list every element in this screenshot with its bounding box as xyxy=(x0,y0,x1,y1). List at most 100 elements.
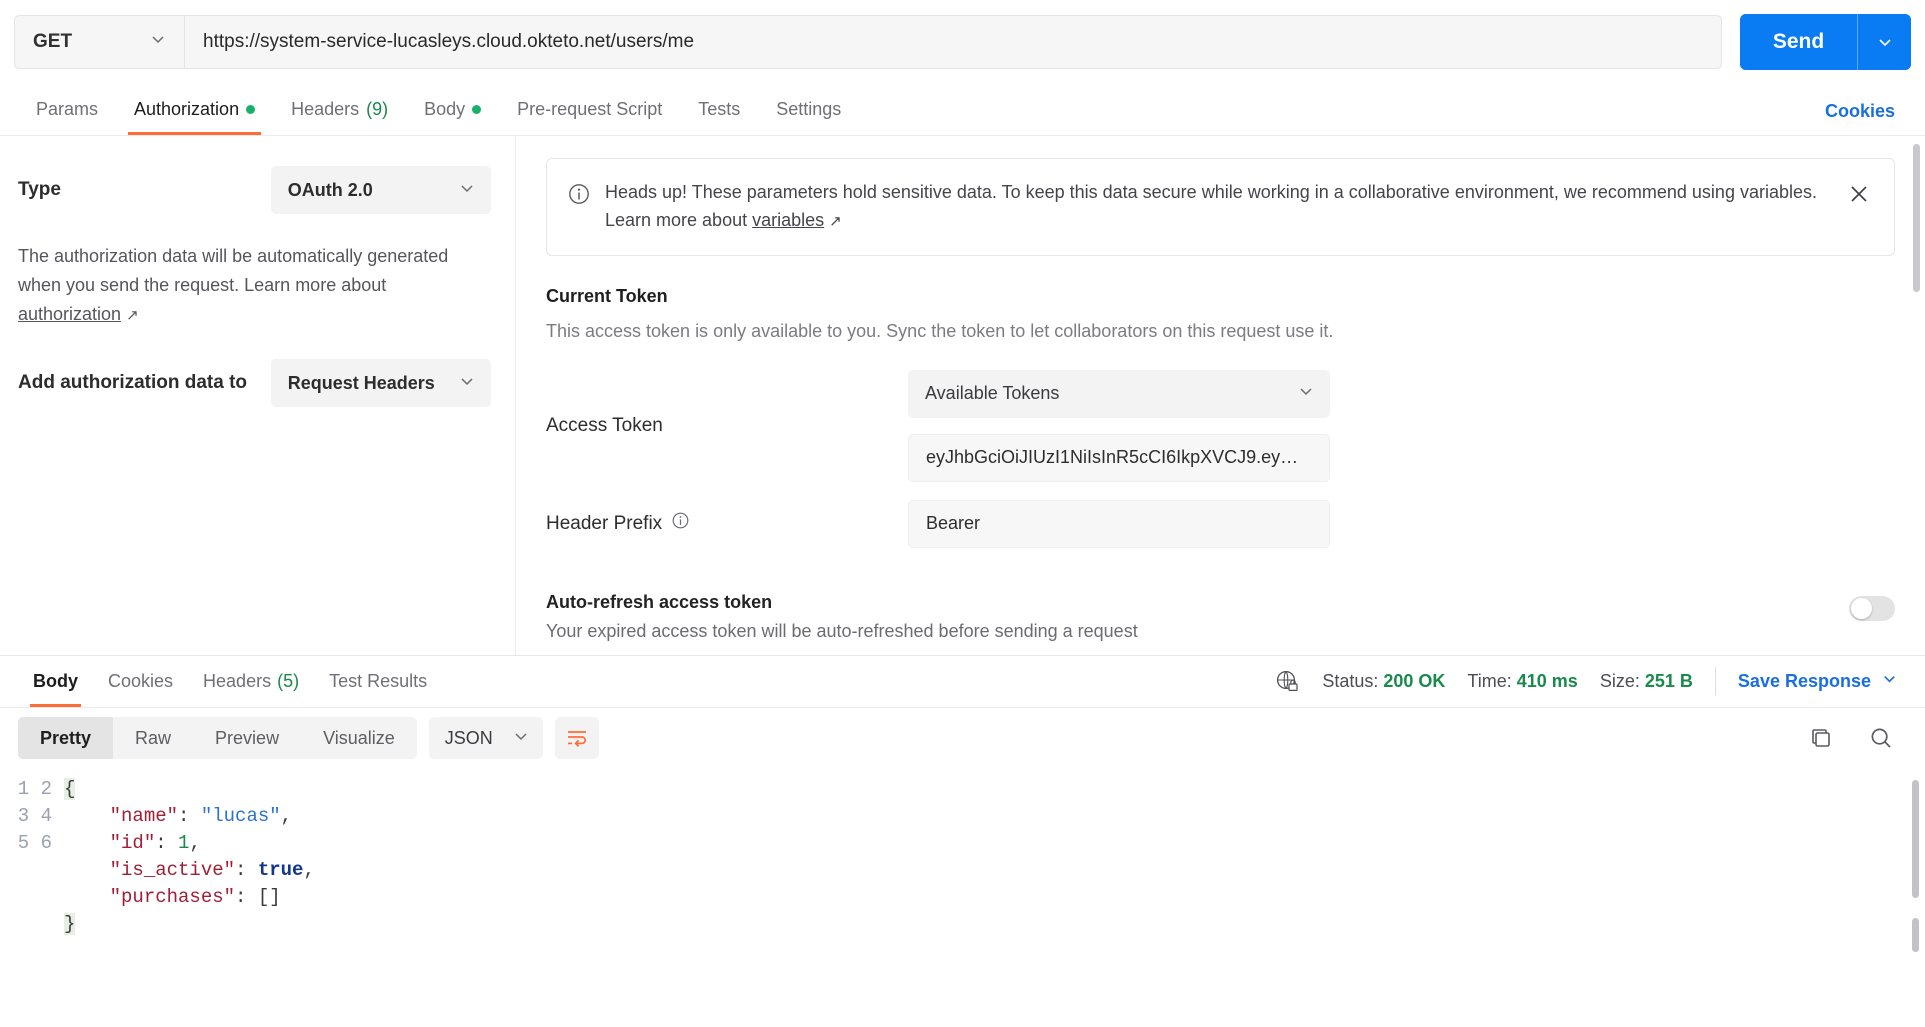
wrap-lines-button[interactable] xyxy=(554,717,599,759)
json-key-name: "name" xyxy=(109,805,179,827)
auth-type-select[interactable]: OAuth 2.0 xyxy=(270,166,491,214)
json-close-brace: } xyxy=(64,913,76,935)
response-toolbar-right xyxy=(1807,724,1907,752)
tab-body[interactable]: Body xyxy=(406,84,499,135)
json-key-is-active: "is_active" xyxy=(109,859,236,881)
auto-refresh-desc: Your expired access token will be auto-r… xyxy=(546,620,1138,641)
view-mode-raw[interactable]: Raw xyxy=(113,717,193,759)
request-tabs: Params Authorization Headers (9) Body Pr… xyxy=(0,84,1925,136)
tab-settings[interactable]: Settings xyxy=(758,84,859,135)
tab-headers[interactable]: Headers (9) xyxy=(273,84,406,135)
json-key-purchases: "purchases" xyxy=(109,886,236,908)
time-value: 410 ms xyxy=(1516,670,1578,691)
external-link-icon: ↗ xyxy=(126,307,139,325)
size-metric: Size: 251 B xyxy=(1600,671,1693,692)
response-tab-headers[interactable]: Headers (5) xyxy=(188,656,314,707)
chevron-down-icon xyxy=(1296,381,1316,406)
json-open-brace: { xyxy=(64,778,76,800)
available-tokens-select[interactable]: Available Tokens xyxy=(908,369,1330,418)
response-body-viewer[interactable]: 1 2 3 4 5 6 { "name": "lucas", "id": 1, … xyxy=(0,768,1925,1027)
response-toolbar: Pretty Raw Preview Visualize JSON xyxy=(0,708,1925,768)
close-icon[interactable] xyxy=(1846,181,1872,212)
tab-authorization[interactable]: Authorization xyxy=(116,84,273,135)
time-label: Time: xyxy=(1467,670,1512,691)
tab-params[interactable]: Params xyxy=(18,84,116,135)
access-token-label: Access Token xyxy=(546,414,663,436)
chevron-down-icon xyxy=(148,29,168,55)
sensitive-data-notice: Heads up! These parameters hold sensitiv… xyxy=(546,158,1895,256)
auth-helper-sentence: The authorization data will be automatic… xyxy=(18,246,449,296)
authorization-docs-link[interactable]: authorization xyxy=(18,304,121,324)
auth-right-panel: Heads up! These parameters hold sensitiv… xyxy=(516,136,1925,655)
http-method-select[interactable]: GET xyxy=(14,15,184,69)
send-button-group: Send xyxy=(1740,14,1911,70)
tab-tests[interactable]: Tests xyxy=(680,84,758,135)
view-mode-pretty[interactable]: Pretty xyxy=(18,717,114,759)
copy-icon[interactable] xyxy=(1807,724,1835,752)
tab-badge: (5) xyxy=(277,671,300,691)
send-button[interactable]: Send xyxy=(1740,14,1857,70)
modified-dot-icon xyxy=(472,105,482,114)
json-colon: : xyxy=(155,832,179,854)
auto-refresh-title: Auto-refresh access token xyxy=(546,591,773,612)
json-value-id: 1 xyxy=(178,832,190,854)
tab-label: Authorization xyxy=(134,99,240,119)
auth-add-data-row: Add authorization data to Request Header… xyxy=(18,359,491,408)
size-label: Size: xyxy=(1599,670,1640,691)
line-numbers: 1 2 3 4 5 6 xyxy=(0,776,64,1027)
url-input[interactable]: https://system-service-lucasleys.cloud.o… xyxy=(184,15,1722,69)
info-icon[interactable] xyxy=(671,511,690,536)
tab-label: Tests xyxy=(698,99,741,119)
tab-label: Params xyxy=(36,99,99,119)
auth-add-data-select[interactable]: Request Headers xyxy=(270,359,491,408)
line-number-list: 1 2 3 4 5 6 xyxy=(17,778,52,854)
response-tab-body[interactable]: Body xyxy=(18,656,93,707)
auto-refresh-text: Auto-refresh access token Your expired a… xyxy=(546,592,1138,642)
response-scrollbar-thumb[interactable] xyxy=(1912,918,1919,952)
save-response-button[interactable]: Save Response xyxy=(1738,669,1899,693)
header-prefix-input[interactable]: Bearer xyxy=(908,499,1330,548)
access-token-input[interactable]: eyJhbGciOiJIUzI1NiIsInR5cCI6IkpXVCJ9.ey… xyxy=(908,433,1330,482)
response-tab-test-results[interactable]: Test Results xyxy=(314,656,442,707)
json-key-id: "id" xyxy=(109,832,156,854)
available-tokens-value: Available Tokens xyxy=(925,383,1060,404)
access-token-controls: Available Tokens eyJhbGciOiJIUzI1NiIsInR… xyxy=(908,369,1330,482)
header-prefix-label-text: Header Prefix xyxy=(546,512,663,534)
auth-type-row: Type OAuth 2.0 xyxy=(18,166,491,214)
response-format-select[interactable]: JSON xyxy=(428,717,543,759)
tab-badge: (9) xyxy=(366,99,389,119)
json-value-is-active: true xyxy=(257,859,304,881)
response-scrollbar[interactable] xyxy=(1912,780,1919,898)
variables-docs-link[interactable]: variables xyxy=(752,210,824,230)
globe-lock-icon[interactable] xyxy=(1274,668,1300,694)
view-mode-preview[interactable]: Preview xyxy=(193,717,301,759)
tab-pre-request-script[interactable]: Pre-request Script xyxy=(499,84,680,135)
access-token-row: Access Token Available Tokens eyJhbGciOi… xyxy=(546,369,1895,482)
json-comma: , xyxy=(280,805,293,827)
tab-label: Headers xyxy=(291,99,360,119)
url-bar: GET https://system-service-lucasleys.clo… xyxy=(0,0,1925,84)
request-scrollbar[interactable] xyxy=(1913,144,1920,292)
current-token-subtitle: This access token is only available to y… xyxy=(546,320,1334,341)
tab-label: Test Results xyxy=(329,671,428,691)
view-mode-visualize[interactable]: Visualize xyxy=(301,717,417,759)
json-comma: , xyxy=(189,832,201,854)
send-options-caret[interactable] xyxy=(1857,14,1911,70)
chevron-down-icon xyxy=(511,726,531,751)
tab-label: Pre-request Script xyxy=(517,99,663,119)
auto-refresh-toggle[interactable] xyxy=(1849,595,1895,621)
cookies-link[interactable]: Cookies xyxy=(1825,101,1907,122)
response-meta: Status: 200 OK Time: 410 ms Size: 251 B … xyxy=(1274,667,1907,695)
tab-label: Body xyxy=(424,99,466,119)
auth-left-panel: Type OAuth 2.0 The authorization data wi… xyxy=(0,136,516,655)
json-comma: , xyxy=(303,859,315,881)
json-value-name: "lucas" xyxy=(200,805,281,827)
search-icon[interactable] xyxy=(1867,724,1895,752)
http-method-value: GET xyxy=(33,31,73,52)
request-content: Type OAuth 2.0 The authorization data wi… xyxy=(0,136,1925,655)
response-json-code: { "name": "lucas", "id": 1, "is_active":… xyxy=(64,776,1925,1027)
header-prefix-controls: Bearer xyxy=(908,499,1330,548)
response-format-value: JSON xyxy=(444,727,493,748)
response-tab-cookies[interactable]: Cookies xyxy=(93,656,188,707)
save-response-label: Save Response xyxy=(1737,670,1871,691)
